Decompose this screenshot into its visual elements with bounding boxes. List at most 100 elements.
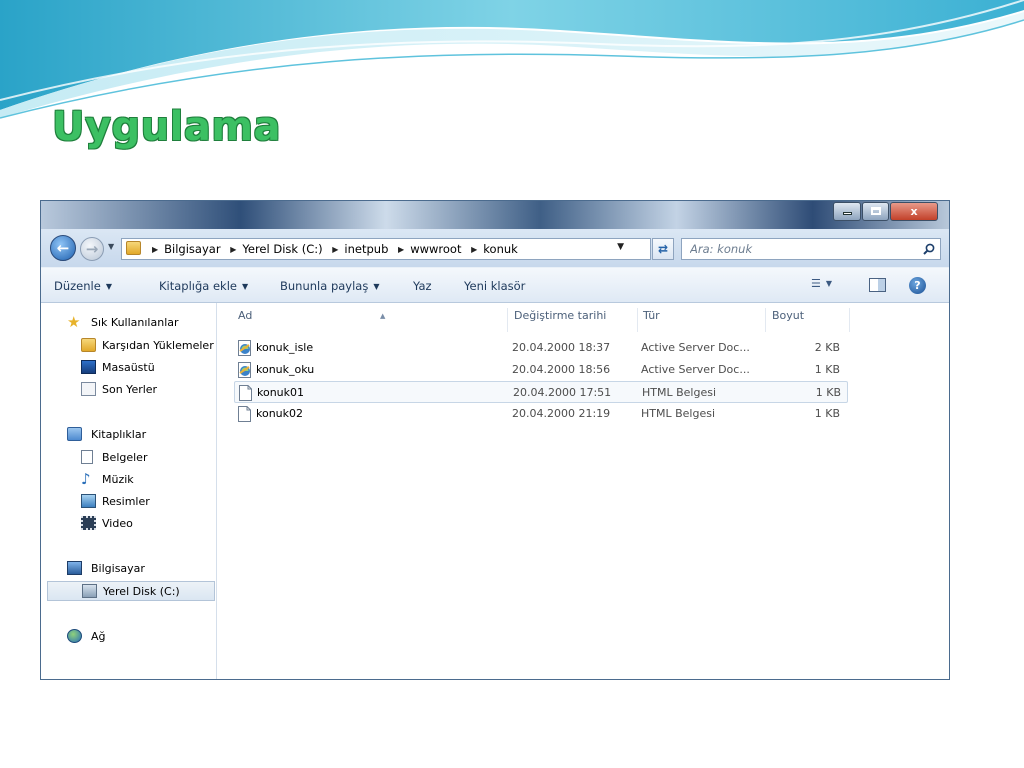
sidebar-item-favorites[interactable]: ★ Sık Kullanılanlar <box>41 313 216 333</box>
documents-icon <box>81 450 93 464</box>
breadcrumb: ▶ Bilgisayar ▶ Yerel Disk (C:) ▶ inetpub ▶ w… <box>146 242 518 256</box>
file-name: konuk02 <box>256 407 304 420</box>
star-icon: ★ <box>67 313 81 331</box>
pictures-icon <box>81 494 96 508</box>
sidebar-item-label: Müzik <box>102 473 134 486</box>
sidebar-item-videos[interactable]: Video <box>41 514 216 534</box>
table-row[interactable]: konuk_oku 20.04.2000 18:56 Active Server… <box>234 359 848 381</box>
asp-file-icon <box>238 340 251 356</box>
folder-icon <box>126 241 141 255</box>
close-button[interactable]: x <box>890 202 938 221</box>
chevron-down-icon: ▼ <box>242 282 249 291</box>
file-name: konuk_oku <box>256 363 315 376</box>
file-size: 1 KB <box>814 407 840 420</box>
computer-icon <box>67 561 82 575</box>
sidebar-item-pictures[interactable]: Resimler <box>41 492 216 512</box>
search-box[interactable] <box>681 238 941 260</box>
chevron-down-icon: ▼ <box>105 282 112 291</box>
file-size: 1 KB <box>815 386 841 399</box>
column-header-size[interactable]: Boyut <box>768 308 850 332</box>
navigation-pane: ★ Sık Kullanılanlar Karşıdan Yüklemeler … <box>41 303 217 680</box>
breadcrumb-item[interactable]: Yerel Disk (C:) <box>242 242 322 256</box>
window-titlebar[interactable]: x <box>41 201 949 229</box>
network-icon <box>67 629 82 643</box>
sidebar-item-network[interactable]: Ağ <box>41 627 216 647</box>
file-date: 20.04.2000 18:37 <box>512 341 611 354</box>
address-dropdown-icon[interactable]: ▼ <box>617 242 624 252</box>
column-header-type[interactable]: Tür <box>639 308 766 332</box>
file-date: 20.04.2000 18:56 <box>512 363 611 376</box>
command-toolbar: Düzenle ▼ Kitaplığa ekle ▼ Bununla paylaş ▼… <box>41 267 949 303</box>
sidebar-item-local-disk[interactable]: Yerel Disk (C:) <box>47 581 215 601</box>
minimize-button[interactable] <box>833 202 861 221</box>
sidebar-item-label: Yerel Disk (C:) <box>103 585 180 598</box>
asp-file-icon <box>238 362 251 378</box>
navigation-bar: ← → ▼ ▶ Bilgisayar ▶ Yerel Disk (C:) ▶ inet… <box>41 229 949 267</box>
back-arrow-icon: ← <box>56 239 70 257</box>
search-icon[interactable] <box>923 243 935 255</box>
html-file-icon <box>238 406 251 422</box>
sidebar-item-label: Resimler <box>102 495 150 508</box>
column-header-label: Ad <box>238 309 253 322</box>
column-header-date[interactable]: Değiştirme tarihi <box>510 308 638 332</box>
table-row[interactable]: konuk_isle 20.04.2000 18:37 Active Serve… <box>234 337 848 359</box>
recent-pages-dropdown-icon[interactable]: ▼ <box>108 242 114 251</box>
breadcrumb-item[interactable]: Bilgisayar <box>164 242 220 256</box>
forward-button[interactable]: → <box>80 237 104 261</box>
address-bar[interactable]: ▶ Bilgisayar ▶ Yerel Disk (C:) ▶ inetpub ▶ w… <box>121 238 651 260</box>
maximize-icon <box>870 207 881 215</box>
sidebar-item-desktop[interactable]: Masaüstü <box>41 358 216 378</box>
breadcrumb-item[interactable]: wwwroot <box>410 242 461 256</box>
burn-button[interactable]: Yaz <box>413 279 432 293</box>
video-film-icon <box>81 516 96 530</box>
breadcrumb-separator-icon[interactable]: ▶ <box>332 245 338 254</box>
file-name: konuk01 <box>257 386 305 399</box>
add-to-library-label: Kitaplığa ekle <box>159 279 237 293</box>
table-row[interactable]: konuk01 20.04.2000 17:51 HTML Belgesi 1 … <box>234 381 848 403</box>
breadcrumb-item[interactable]: konuk <box>483 242 518 256</box>
maximize-button[interactable] <box>862 202 889 221</box>
breadcrumb-item[interactable]: inetpub <box>344 242 388 256</box>
search-input[interactable] <box>690 240 910 258</box>
libraries-icon <box>67 427 82 441</box>
local-disk-icon <box>82 584 97 598</box>
add-to-library-button[interactable]: Kitaplığa ekle ▼ <box>159 279 248 293</box>
chevron-down-icon: ▼ <box>373 282 380 291</box>
breadcrumb-separator-icon[interactable]: ▶ <box>471 245 477 254</box>
downloads-folder-icon <box>81 338 96 352</box>
file-date: 20.04.2000 21:19 <box>512 407 611 420</box>
new-folder-button[interactable]: Yeni klasör <box>464 279 525 293</box>
sidebar-item-label: Karşıdan Yüklemeler <box>102 339 214 352</box>
breadcrumb-separator-icon[interactable]: ▶ <box>230 245 236 254</box>
column-header-name[interactable]: Ad ▲ <box>234 308 508 332</box>
sidebar-item-label: Masaüstü <box>102 361 155 374</box>
sidebar-item-recent-places[interactable]: Son Yerler <box>41 380 216 400</box>
sidebar-item-label: Belgeler <box>102 451 148 464</box>
minimize-icon <box>842 212 852 215</box>
refresh-button[interactable]: ⇄ <box>652 238 674 260</box>
table-row[interactable]: konuk02 20.04.2000 21:19 HTML Belgesi 1 … <box>234 403 848 425</box>
html-file-icon <box>239 385 252 401</box>
help-icon[interactable]: ? <box>909 277 926 294</box>
sidebar-item-label: Ağ <box>91 630 106 643</box>
file-type: HTML Belgesi <box>641 407 716 420</box>
sidebar-item-libraries[interactable]: Kitaplıklar <box>41 425 216 445</box>
sort-ascending-icon: ▲ <box>380 312 386 320</box>
share-with-button[interactable]: Bununla paylaş ▼ <box>280 279 379 293</box>
sidebar-item-downloads[interactable]: Karşıdan Yüklemeler <box>41 336 216 356</box>
file-name: konuk_isle <box>256 341 314 354</box>
sidebar-item-computer[interactable]: Bilgisayar <box>41 559 216 579</box>
back-button[interactable]: ← <box>50 235 76 261</box>
breadcrumb-separator-icon[interactable]: ▶ <box>398 245 404 254</box>
chevron-down-icon: ▼ <box>825 279 833 288</box>
sidebar-item-label: Son Yerler <box>102 383 158 396</box>
sidebar-item-music[interactable]: ♪ Müzik <box>41 470 216 490</box>
organize-menu-button[interactable]: Düzenle ▼ <box>54 279 112 293</box>
desktop-icon <box>81 360 96 374</box>
breadcrumb-separator-icon: ▶ <box>152 245 159 254</box>
sidebar-item-documents[interactable]: Belgeler <box>41 448 216 468</box>
change-view-button[interactable]: ☰ ▼ <box>811 277 832 290</box>
preview-pane-button[interactable] <box>869 278 886 292</box>
sidebar-item-label: Bilgisayar <box>91 562 145 575</box>
share-with-label: Bununla paylaş <box>280 279 369 293</box>
